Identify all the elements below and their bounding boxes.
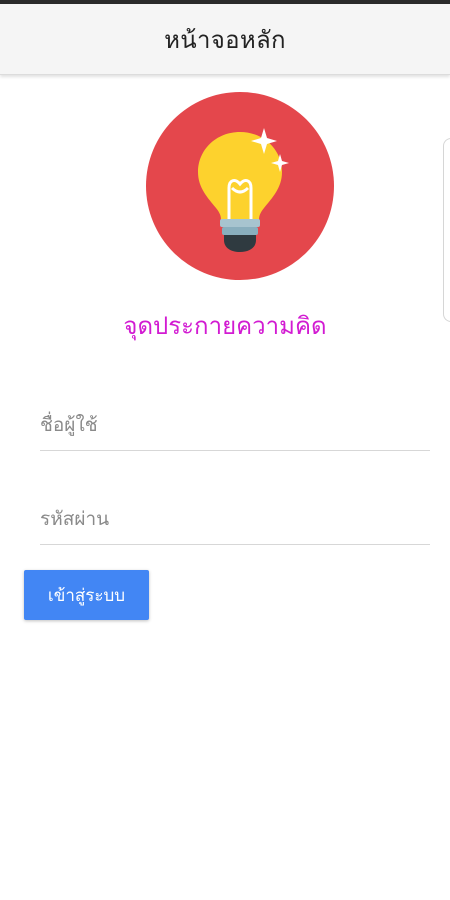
side-drawer-handle[interactable] <box>443 138 450 322</box>
password-input[interactable] <box>40 494 430 544</box>
username-field <box>40 400 430 451</box>
lightbulb-icon <box>146 92 334 280</box>
username-input[interactable] <box>40 400 430 450</box>
login-button[interactable]: เข้าสู่ระบบ <box>24 570 149 620</box>
app-bar: หน้าจอหลัก <box>0 4 450 75</box>
brand-title: จุดประกายความคิด <box>123 312 327 340</box>
password-field <box>40 494 430 545</box>
page-title: หน้าจอหลัก <box>164 25 286 54</box>
